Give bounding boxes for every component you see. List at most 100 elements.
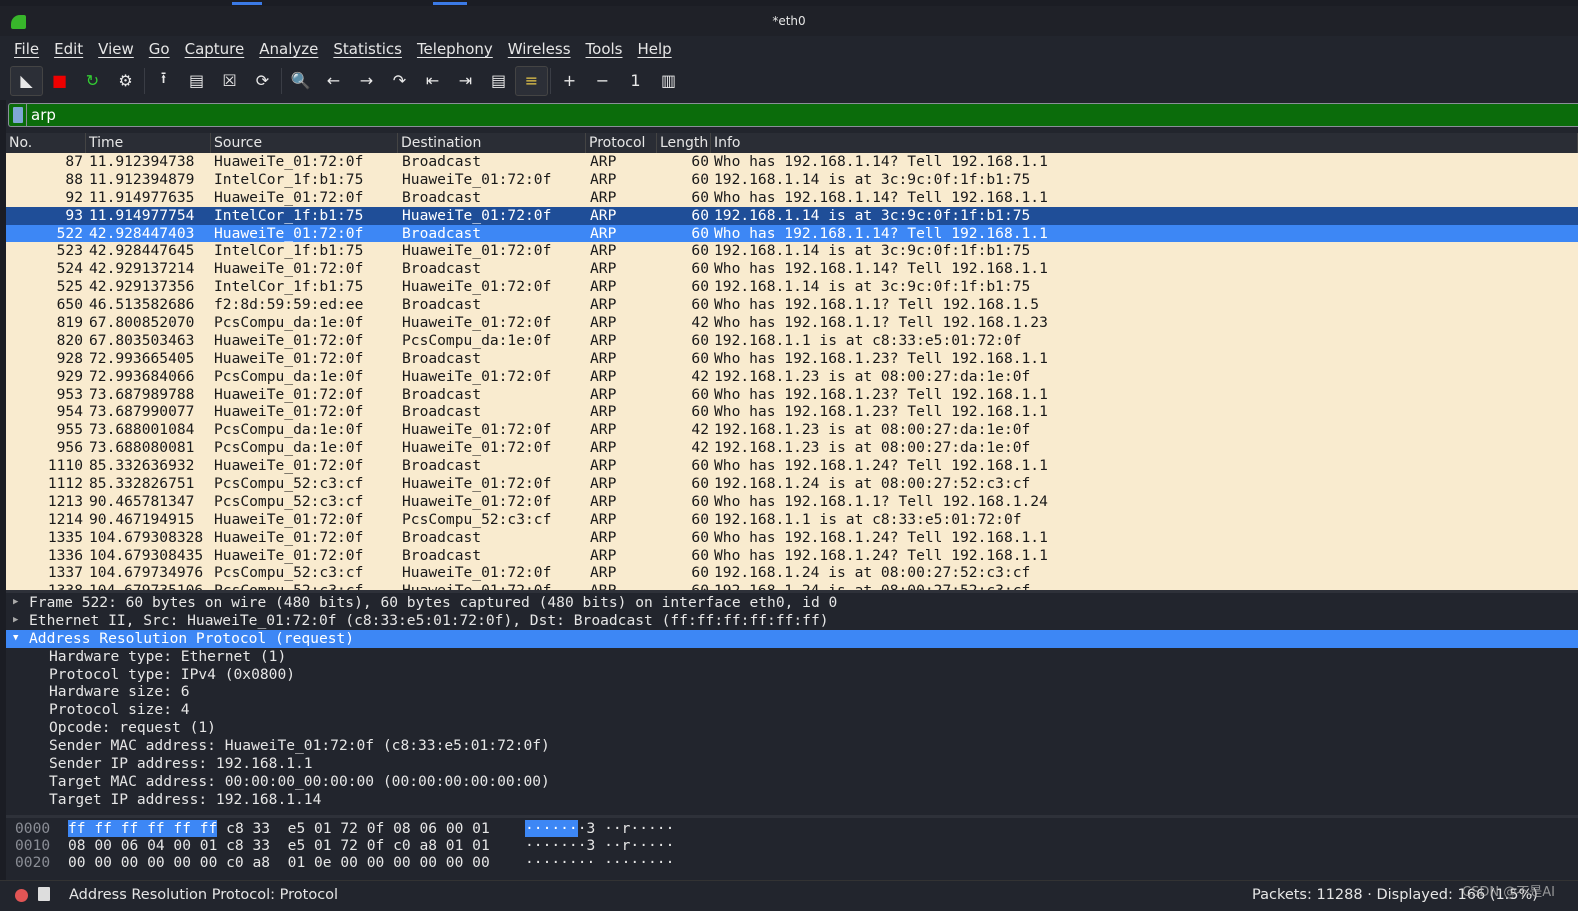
detail-field[interactable]: Protocol type: IPv4 (0x0800) xyxy=(6,666,1578,684)
packet-row[interactable]: 523 42.928447645 IntelCor_1f:b1:75 HuaweiTe… xyxy=(6,242,1578,260)
packet-length: 60 xyxy=(691,385,709,403)
packet-row[interactable]: 87 11.912394738 HuaweiTe_01:72:0f Broadcast… xyxy=(6,153,1578,171)
zoom-in-button[interactable]: + xyxy=(553,66,586,96)
detail-field[interactable]: Hardware size: 6 xyxy=(6,683,1578,701)
menu-statistics[interactable]: Statistics xyxy=(325,36,409,62)
collapsed-arrow-icon[interactable]: ▶ xyxy=(13,612,18,630)
packet-details-pane: ▶ Frame 522: 60 bytes on wire (480 bits),… xyxy=(6,594,1578,815)
packet-source: HuaweiTe_01:72:0f xyxy=(214,153,364,170)
menu-edit[interactable]: Edit xyxy=(46,36,90,62)
detail-field[interactable]: Protocol size: 4 xyxy=(6,701,1578,719)
packet-row[interactable]: 955 73.688001084 PcsCompu_da:1e:0f HuaweiTe… xyxy=(6,421,1578,439)
detail-tree-item[interactable]: ▶ Ethernet II, Src: HuaweiTe_01:72:0f (c8… xyxy=(6,612,1578,630)
hex-ascii[interactable]: ·······3 ··r····· xyxy=(525,820,674,837)
packet-destination: Broadcast xyxy=(402,153,482,170)
detail-tree-item[interactable]: ▼ Address Resolution Protocol (request) xyxy=(6,629,1578,648)
menu-tools[interactable]: Tools xyxy=(578,36,630,62)
first-packet-button[interactable]: ⇤ xyxy=(416,66,449,96)
column-header-destination[interactable]: Destination xyxy=(398,133,586,153)
column-header-time[interactable]: Time xyxy=(86,133,211,153)
detail-field[interactable]: Opcode: request (1) xyxy=(6,719,1578,737)
hex-ascii[interactable]: ·······3 ··r····· xyxy=(525,837,674,854)
packet-row[interactable]: 88 11.912394879 IntelCor_1f:b1:75 HuaweiTe_… xyxy=(6,171,1578,189)
open-file-button[interactable]: ⭱ xyxy=(147,66,180,96)
last-packet-button[interactable]: ⇥ xyxy=(449,66,482,96)
capture-options-gear-button[interactable]: ⚙ xyxy=(109,66,142,96)
packet-row[interactable]: 929 72.993684066 PcsCompu_da:1e:0f HuaweiTe… xyxy=(6,368,1578,386)
column-header-source[interactable]: Source xyxy=(211,133,398,153)
menu-wireless[interactable]: Wireless xyxy=(500,36,578,62)
hex-ascii[interactable]: ········ ········ xyxy=(525,854,674,871)
shark-fin-start-button[interactable]: ◣ xyxy=(10,65,43,96)
hex-bytes[interactable]: 00 00 00 00 00 00 c0 a8 01 0e 00 00 00 0… xyxy=(68,854,490,871)
packet-row[interactable]: 1213 90.465781347 PcsCompu_52:c3:cf HuaweiT… xyxy=(6,493,1578,511)
close-file-button[interactable]: ☒ xyxy=(213,66,246,96)
menu-go[interactable]: Go xyxy=(141,36,177,62)
packet-row[interactable]: 524 42.929137214 HuaweiTe_01:72:0f Broadcas… xyxy=(6,260,1578,278)
expert-info-icon[interactable] xyxy=(15,889,28,902)
packet-length: 60 xyxy=(691,510,709,528)
bookmark-icon[interactable] xyxy=(13,104,27,126)
menu-telephony[interactable]: Telephony xyxy=(409,36,500,62)
detail-field[interactable]: Hardware type: Ethernet (1) xyxy=(6,648,1578,666)
packet-row[interactable]: 928 72.993665405 HuaweiTe_01:72:0f Broadcas… xyxy=(6,350,1578,368)
packet-source: HuaweiTe_01:72:0f xyxy=(214,403,364,421)
colorize-button[interactable]: ≡ xyxy=(515,65,548,96)
packet-row[interactable]: 1338 104.679735106 PcsCompu_52:c3:cf Huawei… xyxy=(6,582,1578,590)
packet-row[interactable]: 1112 85.332826751 PcsCompu_52:c3:cf HuaweiT… xyxy=(6,475,1578,493)
column-header-info[interactable]: Info xyxy=(711,133,1578,153)
column-header-no[interactable]: No. xyxy=(6,133,86,153)
detail-field[interactable]: Sender MAC address: HuaweiTe_01:72:0f (c… xyxy=(6,737,1578,755)
packet-row[interactable]: 522 42.928447403 HuaweiTe_01:72:0f Broadcas… xyxy=(6,224,1578,243)
packet-time: 42.928447645 xyxy=(89,242,195,260)
detail-field[interactable]: Target MAC address: 00:00:00_00:00:00 (0… xyxy=(6,773,1578,791)
menu-view[interactable]: View xyxy=(90,36,141,62)
menu-analyze[interactable]: Analyze xyxy=(251,36,325,62)
packet-row[interactable]: 650 46.513582686 f2:8d:59:59:ed:ee Broadcas… xyxy=(6,296,1578,314)
go-forward-button[interactable]: → xyxy=(350,66,383,96)
packet-row[interactable]: 1337 104.679734976 PcsCompu_52:c3:cf Huawei… xyxy=(6,564,1578,582)
collapsed-arrow-icon[interactable]: ▶ xyxy=(13,594,18,612)
packet-row[interactable]: 819 67.800852070 PcsCompu_da:1e:0f HuaweiTe… xyxy=(6,314,1578,332)
packet-no: 1336 xyxy=(47,546,83,564)
packet-row[interactable]: 1110 85.332636932 HuaweiTe_01:72:0f Broadca… xyxy=(6,457,1578,475)
packet-row[interactable]: 1214 90.467194915 HuaweiTe_01:72:0f PcsComp… xyxy=(6,511,1578,529)
menu-file[interactable]: File xyxy=(6,36,46,62)
packet-row[interactable]: 953 73.687989788 HuaweiTe_01:72:0f Broadcas… xyxy=(6,386,1578,404)
packet-row[interactable]: 954 73.687990077 HuaweiTe_01:72:0f Broadcas… xyxy=(6,403,1578,421)
menu-help[interactable]: Help xyxy=(629,36,678,62)
pane-splitter[interactable] xyxy=(6,590,1578,593)
hex-bytes[interactable]: ff ff ff ff ff ff c8 33 e5 01 72 0f 08 0… xyxy=(68,820,490,837)
go-back-button[interactable]: ← xyxy=(317,66,350,96)
save-file-button[interactable]: ▤ xyxy=(180,66,213,96)
packet-row[interactable]: 1335 104.679308328 HuaweiTe_01:72:0f Broadc… xyxy=(6,529,1578,547)
go-to-packet-button[interactable]: ↷ xyxy=(383,66,416,96)
packet-row[interactable]: 1336 104.679308435 HuaweiTe_01:72:0f Broadc… xyxy=(6,547,1578,565)
packet-row[interactable]: 92 11.914977635 HuaweiTe_01:72:0f Broadcast… xyxy=(6,189,1578,207)
expanded-arrow-icon[interactable]: ▼ xyxy=(13,630,18,648)
detail-tree-item[interactable]: ▶ Frame 522: 60 bytes on wire (480 bits),… xyxy=(6,594,1578,612)
column-header-length[interactable]: Length xyxy=(657,133,711,153)
normal-size-button[interactable]: 1 xyxy=(619,66,652,96)
hex-bytes[interactable]: 08 00 06 04 00 01 c8 33 e5 01 72 0f c0 a… xyxy=(68,837,490,854)
packet-time: 90.467194915 xyxy=(89,510,195,528)
resize-columns-button[interactable]: ▥ xyxy=(652,66,685,96)
packet-row[interactable]: 93 11.914977754 IntelCor_1f:b1:75 HuaweiTe_… xyxy=(6,206,1578,225)
packet-source: HuaweiTe_01:72:0f xyxy=(214,331,364,349)
capture-comment-icon[interactable] xyxy=(38,887,50,901)
packet-length: 60 xyxy=(691,528,709,546)
packet-row[interactable]: 820 67.803503463 HuaweiTe_01:72:0f PcsCompu… xyxy=(6,332,1578,350)
detail-field[interactable]: Target IP address: 192.168.1.14 xyxy=(6,791,1578,809)
find-packet-button[interactable]: 🔍 xyxy=(284,66,317,96)
packet-row[interactable]: 956 73.688080081 PcsCompu_da:1e:0f HuaweiTe… xyxy=(6,439,1578,457)
zoom-out-button[interactable]: − xyxy=(586,66,619,96)
detail-field[interactable]: Sender IP address: 192.168.1.1 xyxy=(6,755,1578,773)
reload-file-button[interactable]: ⟳ xyxy=(246,66,279,96)
autoscroll-button[interactable]: ▤ xyxy=(482,66,515,96)
restart-capture-button[interactable]: ↻ xyxy=(76,66,109,96)
display-filter-input[interactable]: arp xyxy=(8,103,1578,127)
column-header-protocol[interactable]: Protocol xyxy=(586,133,657,153)
packet-row[interactable]: 525 42.929137356 IntelCor_1f:b1:75 HuaweiTe… xyxy=(6,278,1578,296)
stop-capture-button[interactable]: ■ xyxy=(43,66,76,96)
menu-capture[interactable]: Capture xyxy=(177,36,252,62)
